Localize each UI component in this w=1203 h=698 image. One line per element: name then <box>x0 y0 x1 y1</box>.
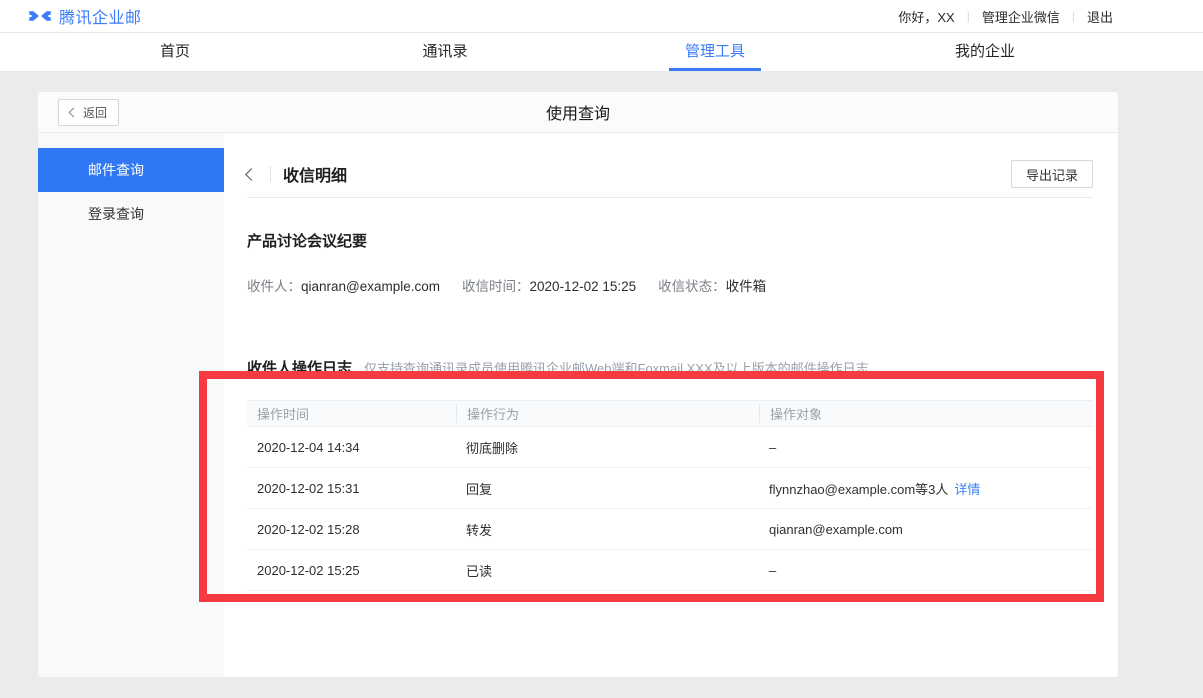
target-text: flynnzhao@example.com等3人 <box>769 482 948 497</box>
cell-time: 2020-12-04 14:34 <box>247 440 456 455</box>
detail-header: 收信明细 导出记录 <box>224 133 1118 197</box>
cell-action: 彻底删除 <box>456 438 759 457</box>
log-section-header: 收件人操作日志 仅支持查询通讯录成员使用腾讯企业邮Web端和Foxmail XX… <box>247 357 1118 378</box>
back-button-label: 返回 <box>83 104 107 121</box>
tab-管理工具[interactable]: 管理工具 <box>580 33 850 71</box>
manage-wecom-link[interactable]: 管理企业微信 <box>982 7 1060 26</box>
logo-text: 腾讯企业邮 <box>59 4 142 28</box>
sidebar: 邮件查询登录查询 <box>38 133 224 677</box>
usage-query-header: 返回 使用查询 <box>38 92 1118 133</box>
divider <box>270 166 271 182</box>
divider <box>247 197 1093 198</box>
tab-首页[interactable]: 首页 <box>40 33 310 71</box>
usage-query-panel: 返回 使用查询 邮件查询登录查询 收信明细 导出记录 产品讨论会议纪要 收件人：… <box>38 92 1118 677</box>
nav-tabs: 首页通讯录管理工具我的企业 <box>0 33 1203 72</box>
meta-label: 收信时间： <box>462 279 530 294</box>
meta-field: 收信时间：2020-12-02 15:25 <box>462 275 636 295</box>
topbar: 腾讯企业邮 你好，XX | 管理企业微信 | 退出 <box>0 0 1203 33</box>
greeting-text: 你好，XX <box>898 7 954 26</box>
chevron-left-icon[interactable] <box>245 168 258 181</box>
export-records-button[interactable]: 导出记录 <box>1011 160 1093 188</box>
table-row: 2020-12-02 15:31回复flynnzhao@example.com等… <box>247 468 1093 509</box>
table-header-row: 操作时间操作行为操作对象 <box>247 400 1093 427</box>
table-row: 2020-12-02 15:25已读– <box>247 550 1093 591</box>
tab-我的企业[interactable]: 我的企业 <box>850 33 1120 71</box>
cell-action: 已读 <box>456 561 759 580</box>
meta-label: 收信状态： <box>658 279 726 294</box>
back-button[interactable]: 返回 <box>58 99 119 126</box>
detail-link[interactable]: 详情 <box>954 482 980 497</box>
cell-target: – <box>759 440 1093 455</box>
log-section-note: 仅支持查询通讯录成员使用腾讯企业邮Web端和Foxmail XXX及以上版本的邮… <box>364 358 869 377</box>
table-body: 2020-12-04 14:34彻底删除–2020-12-02 15:31回复f… <box>247 427 1093 591</box>
page-title: 使用查询 <box>546 100 610 124</box>
column-header-操作对象: 操作对象 <box>759 404 1093 423</box>
cell-target: qianran@example.com <box>759 522 1093 537</box>
detail-panel: 收信明细 导出记录 产品讨论会议纪要 收件人：qianran@example.c… <box>224 133 1118 677</box>
meta-value: 收件箱 <box>726 279 767 294</box>
cell-action: 回复 <box>456 479 759 498</box>
mail-subject: 产品讨论会议纪要 <box>247 230 1118 251</box>
mail-meta: 收件人：qianran@example.com 收信时间：2020-12-02 1… <box>247 275 1118 295</box>
meta-value: 2020-12-02 15:25 <box>530 279 637 294</box>
target-text: qianran@example.com <box>769 522 903 537</box>
exmail-logo[interactable]: 腾讯企业邮 <box>28 4 142 28</box>
log-section-title: 收件人操作日志 <box>247 357 352 378</box>
column-header-操作时间: 操作时间 <box>247 404 456 423</box>
logout-link[interactable]: 退出 <box>1087 7 1113 26</box>
tab-通讯录[interactable]: 通讯录 <box>310 33 580 71</box>
target-text: – <box>769 563 776 578</box>
cell-time: 2020-12-02 15:25 <box>247 563 456 578</box>
meta-label: 收件人： <box>247 279 301 294</box>
operation-log-table: 操作时间操作行为操作对象 2020-12-04 14:34彻底删除–2020-1… <box>247 400 1093 591</box>
chevron-left-icon <box>69 108 79 118</box>
meta-field: 收件人：qianran@example.com <box>247 275 440 295</box>
cell-target: flynnzhao@example.com等3人详情 <box>759 479 1093 498</box>
detail-title: 收信明细 <box>283 162 347 186</box>
meta-field: 收信状态：收件箱 <box>658 275 766 295</box>
sidebar-item-登录查询[interactable]: 登录查询 <box>38 192 224 236</box>
cell-time: 2020-12-02 15:31 <box>247 481 456 496</box>
column-header-操作行为: 操作行为 <box>456 404 759 423</box>
exmail-logo-icon <box>28 7 52 25</box>
target-text: – <box>769 440 776 455</box>
divider: | <box>1072 9 1075 23</box>
topbar-links: 你好，XX | 管理企业微信 | 退出 <box>898 7 1113 26</box>
table-row: 2020-12-04 14:34彻底删除– <box>247 427 1093 468</box>
sidebar-item-邮件查询[interactable]: 邮件查询 <box>38 148 224 192</box>
cell-action: 转发 <box>456 520 759 539</box>
table-row: 2020-12-02 15:28转发 qianran@example.com <box>247 509 1093 550</box>
cell-target: – <box>759 563 1093 578</box>
meta-value: qianran@example.com <box>301 279 440 294</box>
cell-time: 2020-12-02 15:28 <box>247 522 456 537</box>
divider: | <box>967 9 970 23</box>
